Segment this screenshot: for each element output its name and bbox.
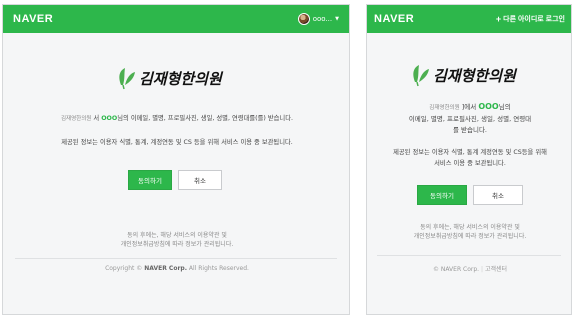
consent-line-5: 서비스 이용 중 보관됩니다. [434, 160, 506, 167]
notice-line-1: 동의 후에는, 해당 서비스의 이용약관 및 [127, 232, 227, 239]
copyright-prefix: Copyright © [105, 265, 143, 272]
cancel-button[interactable]: 취소 [473, 185, 523, 205]
switch-account-label: 다른 아이디로 로그인 [503, 16, 565, 23]
leaf-icon [119, 68, 135, 90]
consent-text-a: ]에서 [461, 103, 477, 111]
consent-line-2: 제공된 정보는 이용자 식별, 통계, 계정연동 및 CS 등을 위해 서비스 … [61, 139, 293, 146]
consent-text-b: 님의 [498, 103, 511, 111]
consent-user-name: OOO [101, 115, 118, 122]
consent-text-b: 님의 이메일, 별명, 프로필사진, 생일, 성별, 연령대를(를) 받습니다. [117, 115, 294, 122]
footer-divider [15, 258, 337, 259]
switch-account-link[interactable]: + 다른 아이디로 로그인 [496, 14, 565, 24]
consent-line-4: 제공된 정보는 이용자 식별, 통계 계정연동 및 CS등을 위해 [393, 149, 547, 156]
footer-copyright: Copyright © NAVER Corp. All Rights Reser… [3, 265, 349, 272]
consent-line-1: 김재영한의원 ]에서 OOO님의 [367, 101, 571, 114]
agree-button[interactable]: 동의하기 [128, 170, 172, 190]
consent-line-1: 김재영한의원 서 OOO님의 이메일, 별명, 프로필사진, 생일, 성별, 연… [3, 113, 349, 122]
notice-line-2: 개인정보취급방침에 따라 정보가 관리됩니다. [120, 241, 234, 248]
agree-button[interactable]: 동의하기 [417, 185, 467, 205]
naver-logo[interactable]: NAVER [13, 13, 53, 25]
cancel-button[interactable]: 취소 [178, 170, 222, 190]
consent-prefix: 김재영한의원 [60, 116, 92, 122]
naver-logo[interactable]: NAVER [374, 13, 414, 25]
copyright-suffix: All Rights Reserved. [188, 265, 249, 272]
avatar [297, 13, 310, 25]
retention-text: 제공된 정보는 이용자 식별, 통계 계정연동 및 CS등을 위해 서비스 이용… [367, 147, 571, 169]
consent-text: 김재영한의원 ]에서 OOO님의 이메일, 별명, 프로필사진, 생일, 성별,… [367, 101, 571, 136]
notice-text: 동의 후에는, 해당 서비스의 이용약관 및 개인정보취급방침에 따라 정보가 … [3, 231, 349, 249]
footer-brand: © NAVER Corp. [432, 266, 480, 273]
notice-text: 동의 후에는, 해당 서비스의 이용약관 및 개인정보취급방침에 따라 정보가 … [367, 223, 571, 241]
header-bar: NAVER ooo... ▼ [3, 5, 349, 33]
desktop-consent-panel: NAVER ooo... ▼ 김재형한의원 김재영한의원 서 OOO님의 이메일… [2, 4, 350, 315]
footer-divider [377, 255, 561, 256]
consent-user-name: OOO [478, 102, 499, 111]
clinic-logo-text: 김재형한의원 [433, 67, 518, 85]
consent-prefix: 김재영한의원 [429, 105, 460, 111]
clinic-logo: 김재형한의원 [413, 65, 518, 87]
plus-icon: + [495, 13, 502, 24]
footer: © NAVER Corp. | 고객센터 [367, 264, 571, 273]
consent-text-a: 서 [93, 115, 100, 122]
notice-line-2: 개인정보취급방침에 따라 정보가 관리됩니다. [413, 233, 527, 240]
user-menu[interactable]: ooo... ▼ [297, 13, 339, 25]
action-buttons: 동의하기 취소 [128, 170, 222, 190]
copyright-brand: NAVER Corp. [144, 265, 187, 272]
caret-down-icon: ▼ [335, 16, 339, 22]
header-bar: NAVER + 다른 아이디로 로그인 [367, 5, 571, 33]
notice-line-1: 동의 후에는, 해당 서비스의 이용약관 및 [420, 224, 520, 231]
leaf-icon [413, 65, 429, 87]
consent-line-2: 이메일, 별명, 프로필사진, 생일, 성별, 연령대 [408, 115, 532, 123]
mobile-consent-panel: NAVER + 다른 아이디로 로그인 김재형한의원 김재영한의원 ]에서 OO… [366, 4, 572, 315]
consent-line-3: 를 받습니다. [452, 126, 488, 134]
customer-center-link[interactable]: 고객센터 [485, 266, 507, 273]
username: ooo... [312, 15, 333, 23]
action-buttons: 동의하기 취소 [417, 185, 523, 205]
clinic-logo: 김재형한의원 [119, 68, 224, 90]
clinic-logo-text: 김재형한의원 [139, 70, 224, 88]
footer-separator: | [481, 266, 484, 273]
